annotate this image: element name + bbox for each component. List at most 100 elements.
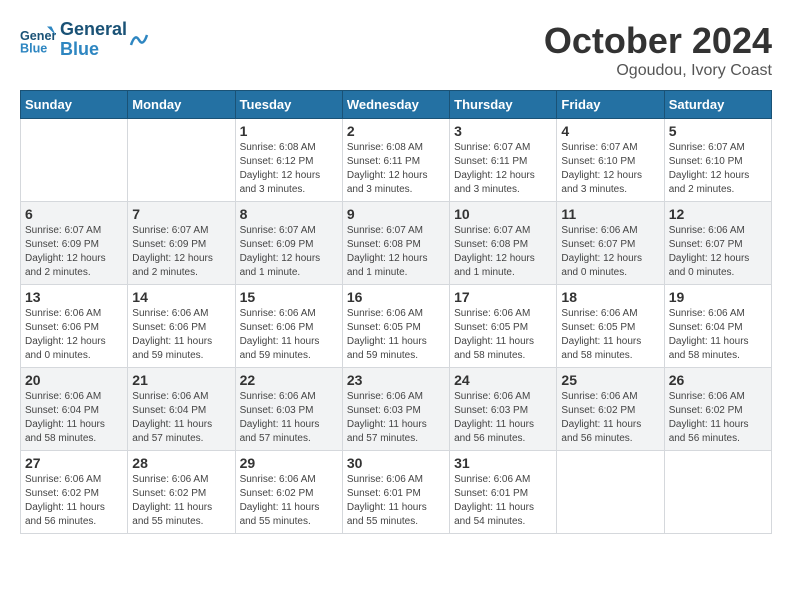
day-number: 12 — [669, 206, 767, 222]
logo-wave-icon — [129, 25, 149, 55]
day-info: Sunrise: 6:06 AM Sunset: 6:03 PM Dayligh… — [454, 390, 552, 446]
logo: General Blue General Blue — [20, 20, 149, 60]
calendar-cell: 12 Sunrise: 6:06 AM Sunset: 6:07 PM Dayli… — [664, 202, 771, 285]
calendar-cell: 5Sunrise: 6:07 AM Sunset: 6:10 PM Daylig… — [664, 119, 771, 202]
calendar-cell: 9 Sunrise: 6:07 AM Sunset: 6:08 PM Daylig… — [342, 202, 449, 285]
calendar-header-row: SundayMondayTuesdayWednesdayThursdayFrid… — [21, 91, 772, 119]
day-number: 8 — [240, 206, 338, 222]
day-info: Sunrise: 6:06 AM Sunset: 6:05 PM Dayligh… — [561, 307, 659, 363]
day-number: 15 — [240, 289, 338, 305]
calendar-cell: 25Sunrise: 6:06 AM Sunset: 6:02 PM Dayli… — [557, 368, 664, 451]
calendar-cell — [557, 451, 664, 534]
svg-text:Blue: Blue — [20, 41, 47, 55]
calendar-cell: 16 Sunrise: 6:06 AM Sunset: 6:05 PM Dayli… — [342, 285, 449, 368]
day-info: Sunrise: 6:06 AM Sunset: 6:05 PM Dayligh… — [454, 307, 552, 363]
calendar-week-row: 13 Sunrise: 6:06 AM Sunset: 6:06 PM Dayli… — [21, 285, 772, 368]
calendar-cell: 18 Sunrise: 6:06 AM Sunset: 6:05 PM Dayli… — [557, 285, 664, 368]
day-number: 27 — [25, 455, 123, 471]
logo-line1: General — [60, 20, 127, 40]
day-number: 18 — [561, 289, 659, 305]
day-number: 16 — [347, 289, 445, 305]
calendar-week-row: 1 Sunrise: 6:08 AM Sunset: 6:12 PM Daylig… — [21, 119, 772, 202]
calendar-week-row: 20 Sunrise: 6:06 AM Sunset: 6:04 PM Dayli… — [21, 368, 772, 451]
day-info: Sunrise: 6:07 AM Sunset: 6:10 PM Dayligh… — [561, 141, 659, 197]
day-number: 26 — [669, 372, 767, 388]
calendar-cell — [21, 119, 128, 202]
logo-line2: Blue — [60, 40, 127, 60]
day-info: Sunrise: 6:06 AM Sunset: 6:04 PM Dayligh… — [669, 307, 767, 363]
calendar-cell: 20 Sunrise: 6:06 AM Sunset: 6:04 PM Dayli… — [21, 368, 128, 451]
calendar-cell: 28 Sunrise: 6:06 AM Sunset: 6:02 PM Dayli… — [128, 451, 235, 534]
day-info: Sunrise: 6:06 AM Sunset: 6:02 PM Dayligh… — [240, 473, 338, 529]
day-number: 17 — [454, 289, 552, 305]
column-header-saturday: Saturday — [664, 91, 771, 119]
location: Ogoudou, Ivory Coast — [544, 62, 772, 80]
day-number: 28 — [132, 455, 230, 471]
calendar-cell: 19Sunrise: 6:06 AM Sunset: 6:04 PM Dayli… — [664, 285, 771, 368]
day-number: 24 — [454, 372, 552, 388]
day-number: 1 — [240, 123, 338, 139]
day-number: 21 — [132, 372, 230, 388]
day-info: Sunrise: 6:07 AM Sunset: 6:08 PM Dayligh… — [454, 224, 552, 280]
calendar-week-row: 27 Sunrise: 6:06 AM Sunset: 6:02 PM Dayli… — [21, 451, 772, 534]
calendar-week-row: 6 Sunrise: 6:07 AM Sunset: 6:09 PM Daylig… — [21, 202, 772, 285]
day-number: 31 — [454, 455, 552, 471]
column-header-thursday: Thursday — [450, 91, 557, 119]
calendar-cell: 23 Sunrise: 6:06 AM Sunset: 6:03 PM Dayli… — [342, 368, 449, 451]
day-info: Sunrise: 6:06 AM Sunset: 6:06 PM Dayligh… — [240, 307, 338, 363]
calendar-cell: 21 Sunrise: 6:06 AM Sunset: 6:04 PM Dayli… — [128, 368, 235, 451]
column-header-tuesday: Tuesday — [235, 91, 342, 119]
column-header-sunday: Sunday — [21, 91, 128, 119]
calendar-cell: 31 Sunrise: 6:06 AM Sunset: 6:01 PM Dayli… — [450, 451, 557, 534]
calendar-cell: 29 Sunrise: 6:06 AM Sunset: 6:02 PM Dayli… — [235, 451, 342, 534]
day-number: 9 — [347, 206, 445, 222]
day-info: Sunrise: 6:06 AM Sunset: 6:06 PM Dayligh… — [25, 307, 123, 363]
column-header-monday: Monday — [128, 91, 235, 119]
month-title: October 2024 — [544, 20, 772, 62]
day-info: Sunrise: 6:06 AM Sunset: 6:04 PM Dayligh… — [25, 390, 123, 446]
calendar-cell: 26 Sunrise: 6:06 AM Sunset: 6:02 PM Dayli… — [664, 368, 771, 451]
calendar-cell: 6Sunrise: 6:07 AM Sunset: 6:09 PM Daylig… — [21, 202, 128, 285]
day-number: 7 — [132, 206, 230, 222]
day-number: 22 — [240, 372, 338, 388]
day-number: 29 — [240, 455, 338, 471]
day-number: 25 — [561, 372, 659, 388]
day-info: Sunrise: 6:06 AM Sunset: 6:07 PM Dayligh… — [669, 224, 767, 280]
calendar-cell: 17 Sunrise: 6:06 AM Sunset: 6:05 PM Dayli… — [450, 285, 557, 368]
day-number: 2 — [347, 123, 445, 139]
day-info: Sunrise: 6:06 AM Sunset: 6:02 PM Dayligh… — [132, 473, 230, 529]
page-header: General Blue General Blue October 2024 O… — [20, 20, 772, 80]
day-info: Sunrise: 6:06 AM Sunset: 6:01 PM Dayligh… — [347, 473, 445, 529]
day-info: Sunrise: 6:08 AM Sunset: 6:12 PM Dayligh… — [240, 141, 338, 197]
day-info: Sunrise: 6:06 AM Sunset: 6:06 PM Dayligh… — [132, 307, 230, 363]
day-info: Sunrise: 6:06 AM Sunset: 6:03 PM Dayligh… — [347, 390, 445, 446]
day-info: Sunrise: 6:07 AM Sunset: 6:09 PM Dayligh… — [132, 224, 230, 280]
calendar-cell: 3Sunrise: 6:07 AM Sunset: 6:11 PM Daylig… — [450, 119, 557, 202]
calendar-cell: 2 Sunrise: 6:08 AM Sunset: 6:11 PM Daylig… — [342, 119, 449, 202]
day-info: Sunrise: 6:07 AM Sunset: 6:08 PM Dayligh… — [347, 224, 445, 280]
calendar-cell: 14 Sunrise: 6:06 AM Sunset: 6:06 PM Dayli… — [128, 285, 235, 368]
day-info: Sunrise: 6:06 AM Sunset: 6:01 PM Dayligh… — [454, 473, 552, 529]
calendar-table: SundayMondayTuesdayWednesdayThursdayFrid… — [20, 90, 772, 534]
calendar-cell — [128, 119, 235, 202]
day-number: 13 — [25, 289, 123, 305]
calendar-cell: 15 Sunrise: 6:06 AM Sunset: 6:06 PM Dayli… — [235, 285, 342, 368]
day-info: Sunrise: 6:08 AM Sunset: 6:11 PM Dayligh… — [347, 141, 445, 197]
day-number: 5 — [669, 123, 767, 139]
day-number: 6 — [25, 206, 123, 222]
calendar-cell: 7 Sunrise: 6:07 AM Sunset: 6:09 PM Daylig… — [128, 202, 235, 285]
day-number: 23 — [347, 372, 445, 388]
day-number: 20 — [25, 372, 123, 388]
day-number: 14 — [132, 289, 230, 305]
calendar-cell: 27Sunrise: 6:06 AM Sunset: 6:02 PM Dayli… — [21, 451, 128, 534]
day-number: 3 — [454, 123, 552, 139]
day-info: Sunrise: 6:06 AM Sunset: 6:04 PM Dayligh… — [132, 390, 230, 446]
day-info: Sunrise: 6:06 AM Sunset: 6:05 PM Dayligh… — [347, 307, 445, 363]
calendar-cell: 10Sunrise: 6:07 AM Sunset: 6:08 PM Dayli… — [450, 202, 557, 285]
day-info: Sunrise: 6:06 AM Sunset: 6:03 PM Dayligh… — [240, 390, 338, 446]
day-info: Sunrise: 6:06 AM Sunset: 6:07 PM Dayligh… — [561, 224, 659, 280]
calendar-cell — [664, 451, 771, 534]
day-number: 30 — [347, 455, 445, 471]
day-info: Sunrise: 6:06 AM Sunset: 6:02 PM Dayligh… — [669, 390, 767, 446]
calendar-cell: 24 Sunrise: 6:06 AM Sunset: 6:03 PM Dayli… — [450, 368, 557, 451]
